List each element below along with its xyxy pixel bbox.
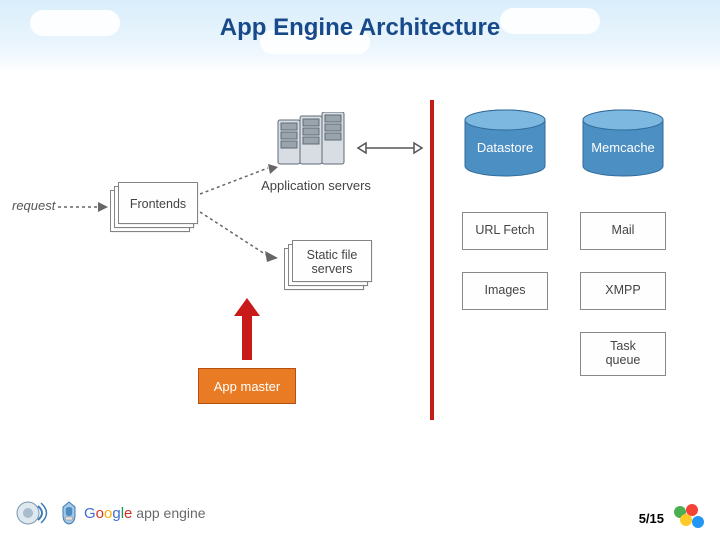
url-fetch-box: URL Fetch <box>462 212 548 250</box>
static-file-servers-box: Static file servers <box>284 240 370 288</box>
logo-area: Google app engine <box>16 498 206 528</box>
slide-footer: Google app engine 5/15 <box>0 488 720 540</box>
frontends-label: Frontends <box>120 185 196 225</box>
app-to-services-arrow-icon <box>358 140 424 156</box>
request-label: request <box>12 198 55 213</box>
memcache-label: Memcache <box>591 140 655 155</box>
google-app-engine-logo-text: Google app engine <box>84 505 206 522</box>
memcache-cylinder: Memcache <box>580 108 666 186</box>
server-cluster-icon <box>274 112 354 174</box>
app-servers-label: Application servers <box>256 178 376 193</box>
url-fetch-label: URL Fetch <box>475 224 534 238</box>
slide-number: 5/15 <box>639 511 664 526</box>
task-queue-label: Task queue <box>606 340 641 368</box>
mail-label: Mail <box>612 224 635 238</box>
frontends-box: Frontends <box>110 182 196 230</box>
mail-box: Mail <box>580 212 666 250</box>
app-engine-icon <box>60 501 78 525</box>
datastore-cylinder: Datastore <box>462 108 548 186</box>
appmaster-arrow-icon <box>232 298 262 362</box>
task-queue-box: Task queue <box>580 332 666 376</box>
images-box: Images <box>462 272 548 310</box>
footer-dots-icon <box>672 504 706 530</box>
xmpp-label: XMPP <box>605 284 640 298</box>
datastore-label: Datastore <box>477 140 533 155</box>
fe-to-static-arrow-icon <box>200 208 280 262</box>
request-arrow-icon <box>58 200 108 214</box>
app-master-label: App master <box>214 379 280 394</box>
architecture-diagram: request Frontends <box>0 90 720 480</box>
static-file-label: Static file servers <box>294 243 370 283</box>
xmpp-box: XMPP <box>580 272 666 310</box>
speaker-icon <box>16 498 50 528</box>
app-master-box: App master <box>198 368 296 404</box>
slide-title: App Engine Architecture <box>0 14 720 42</box>
images-label: Images <box>485 284 526 298</box>
divider-line <box>430 100 434 420</box>
app-servers-cluster <box>274 112 354 177</box>
